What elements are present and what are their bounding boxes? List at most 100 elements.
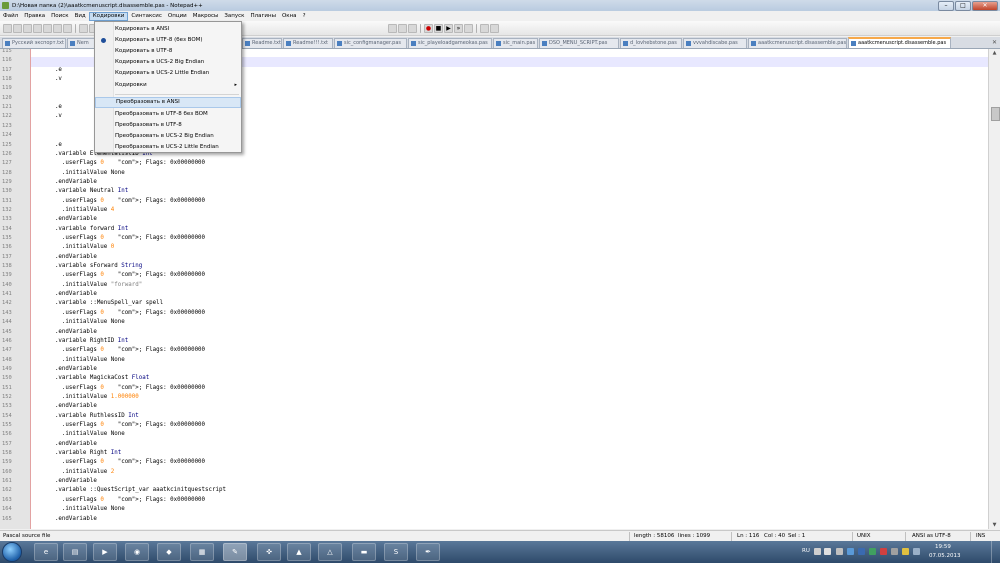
- clock-time[interactable]: 19:59: [935, 544, 951, 550]
- menu-file[interactable]: Файл: [0, 12, 21, 21]
- taskbar-archive-icon[interactable]: ▦: [190, 543, 214, 561]
- language-indicator[interactable]: RU: [802, 548, 810, 554]
- maximize-button[interactable]: □: [955, 1, 971, 11]
- tab[interactable]: DSO_MENU_SCRIPT.pas: [539, 38, 619, 48]
- tab[interactable]: Nem: [67, 38, 95, 48]
- tab[interactable]: sic_configmanager.pas: [334, 38, 407, 48]
- status-divider: [629, 532, 630, 541]
- play-macro-icon[interactable]: ▶: [444, 23, 453, 33]
- vertical-scrollbar[interactable]: ▲ ▼: [988, 49, 1000, 529]
- code-line: .endVariable: [34, 478, 97, 485]
- code-line: .variable sForward String: [34, 263, 143, 270]
- network-icon[interactable]: [847, 548, 854, 555]
- menu-view[interactable]: Вид: [72, 12, 89, 21]
- tray-app-icon[interactable]: [836, 548, 843, 555]
- taskbar-explorer-icon[interactable]: ▤: [63, 543, 87, 561]
- tray-app-icon[interactable]: [891, 548, 898, 555]
- help-icon[interactable]: [824, 548, 831, 555]
- menu-item-encode-utf8[interactable]: Кодировать в UTF-8: [95, 46, 241, 57]
- save-all-icon[interactable]: [33, 23, 42, 33]
- code-line: .variable ::MenuSpell_var spell: [34, 300, 164, 307]
- print-icon[interactable]: [63, 23, 72, 33]
- taskbar-ie-icon[interactable]: e: [34, 543, 58, 561]
- menu-item-convert-utf8[interactable]: Преобразовать в UTF-8: [95, 120, 241, 131]
- menu-windows[interactable]: Окна: [279, 12, 300, 21]
- new-file-icon[interactable]: [3, 23, 12, 33]
- cut-icon[interactable]: [79, 23, 88, 33]
- folder-workspace-icon[interactable]: [408, 23, 417, 33]
- close-button[interactable]: ✕: [972, 1, 998, 11]
- close-file-icon[interactable]: [43, 23, 52, 33]
- line-number: 119: [2, 85, 12, 92]
- taskbar-cmd-icon[interactable]: ▬: [352, 543, 376, 561]
- tray-app-icon[interactable]: [869, 548, 876, 555]
- run-macro-multiple-icon[interactable]: »: [454, 23, 463, 33]
- taskbar-pen-icon[interactable]: ✒: [416, 543, 440, 561]
- tab[interactable]: sic_main.pas: [493, 38, 538, 48]
- tray-app-icon[interactable]: [858, 548, 865, 555]
- tab[interactable]: d_lovhebstone.pas: [620, 38, 682, 48]
- stop-macro-icon[interactable]: ■: [434, 23, 443, 33]
- file-icon: [686, 41, 691, 46]
- tab[interactable]: Readme!!!.txt: [283, 38, 333, 48]
- taskbar-media-icon[interactable]: ▶: [93, 543, 117, 561]
- antivirus-icon[interactable]: [880, 548, 887, 555]
- doc-map-icon[interactable]: [388, 23, 397, 33]
- menu-macros[interactable]: Макросы: [190, 12, 222, 21]
- spellcheck-icon[interactable]: [490, 23, 499, 33]
- menu-edit[interactable]: Правка: [21, 12, 48, 21]
- volume-icon[interactable]: [913, 548, 920, 555]
- menu-item-encode-ucs2-be[interactable]: Кодировать в UCS-2 Big Endian: [95, 57, 241, 68]
- code-line: .v: [34, 76, 62, 83]
- menu-syntax[interactable]: Синтаксис: [128, 12, 165, 21]
- menu-item-charsets[interactable]: Кодировки ▸: [95, 80, 241, 91]
- menu-item-encode-utf8-nobom[interactable]: Кодировать в UTF-8 (без BOM): [95, 35, 241, 46]
- taskbar-gamepad-icon[interactable]: ✜: [257, 543, 281, 561]
- close-all-icon[interactable]: [53, 23, 62, 33]
- launch-browser-icon[interactable]: [480, 23, 489, 33]
- taskbar-app-icon[interactable]: △: [318, 543, 342, 561]
- scroll-thumb[interactable]: [991, 107, 1000, 121]
- record-macro-icon[interactable]: ●: [424, 23, 433, 33]
- tab[interactable]: sic_playeloadgameokas.pas: [408, 38, 492, 48]
- menu-options[interactable]: Опции: [165, 12, 190, 21]
- taskbar-skype-icon[interactable]: S: [384, 543, 408, 561]
- function-list-icon[interactable]: [398, 23, 407, 33]
- tab[interactable]: aaatkcmenuscript.disassemble.pas: [748, 38, 847, 48]
- menu-item-encode-ucs2-le[interactable]: Кодировать в UCS-2 Little Endian: [95, 68, 241, 79]
- scroll-down-icon[interactable]: ▼: [991, 522, 998, 528]
- line-number: 127: [2, 160, 12, 167]
- keyboard-icon[interactable]: [814, 548, 821, 555]
- taskbar-tool-icon[interactable]: ▲: [287, 543, 311, 561]
- start-button[interactable]: [2, 542, 22, 562]
- line-number: 162: [2, 487, 12, 494]
- menu-item-convert-ansi[interactable]: Преобразовать в ANSI: [95, 97, 241, 108]
- menu-help[interactable]: ?: [300, 12, 309, 21]
- menu-encoding[interactable]: Кодировки: [88, 11, 129, 21]
- open-file-icon[interactable]: [13, 23, 22, 33]
- menu-item-encode-ansi[interactable]: Кодировать в ANSI: [95, 24, 241, 35]
- menu-item-convert-utf8-nobom[interactable]: Преобразовать в UTF-8 без BOM: [95, 109, 241, 120]
- save-icon[interactable]: [23, 23, 32, 33]
- taskbar-notepadpp-icon[interactable]: ✎: [223, 543, 247, 561]
- tab-active[interactable]: aaatkcmenuscript.disassemble.pas: [848, 37, 951, 48]
- tab[interactable]: Русский экспорт.txt: [2, 38, 66, 48]
- taskbar-firefox-icon[interactable]: ◉: [125, 543, 149, 561]
- menu-item-convert-ucs2-be[interactable]: Преобразовать в UCS-2 Big Endian: [95, 131, 241, 142]
- window-controls: – □ ✕: [938, 1, 998, 11]
- menu-item-convert-ucs2-le[interactable]: Преобразовать в UCS-2 Little Endian: [95, 142, 241, 153]
- scroll-up-icon[interactable]: ▲: [991, 50, 998, 56]
- show-desktop-button[interactable]: [991, 541, 1000, 563]
- clock-date[interactable]: 07.05.2013: [929, 553, 961, 559]
- flag-icon[interactable]: [902, 548, 909, 555]
- minimize-button[interactable]: –: [938, 1, 954, 11]
- save-macro-icon[interactable]: [464, 23, 473, 33]
- menu-run[interactable]: Запуск: [221, 12, 247, 21]
- tab[interactable]: vvvahdiscabe.pas: [683, 38, 747, 48]
- code-line: .initialValue None: [34, 169, 125, 176]
- close-tab-icon[interactable]: ✕: [992, 39, 997, 46]
- tab[interactable]: Readme.txt: [242, 38, 282, 48]
- menu-plugins[interactable]: Плагины: [248, 12, 279, 21]
- menu-search[interactable]: Поиск: [48, 12, 71, 21]
- taskbar-game-icon[interactable]: ◆: [157, 543, 181, 561]
